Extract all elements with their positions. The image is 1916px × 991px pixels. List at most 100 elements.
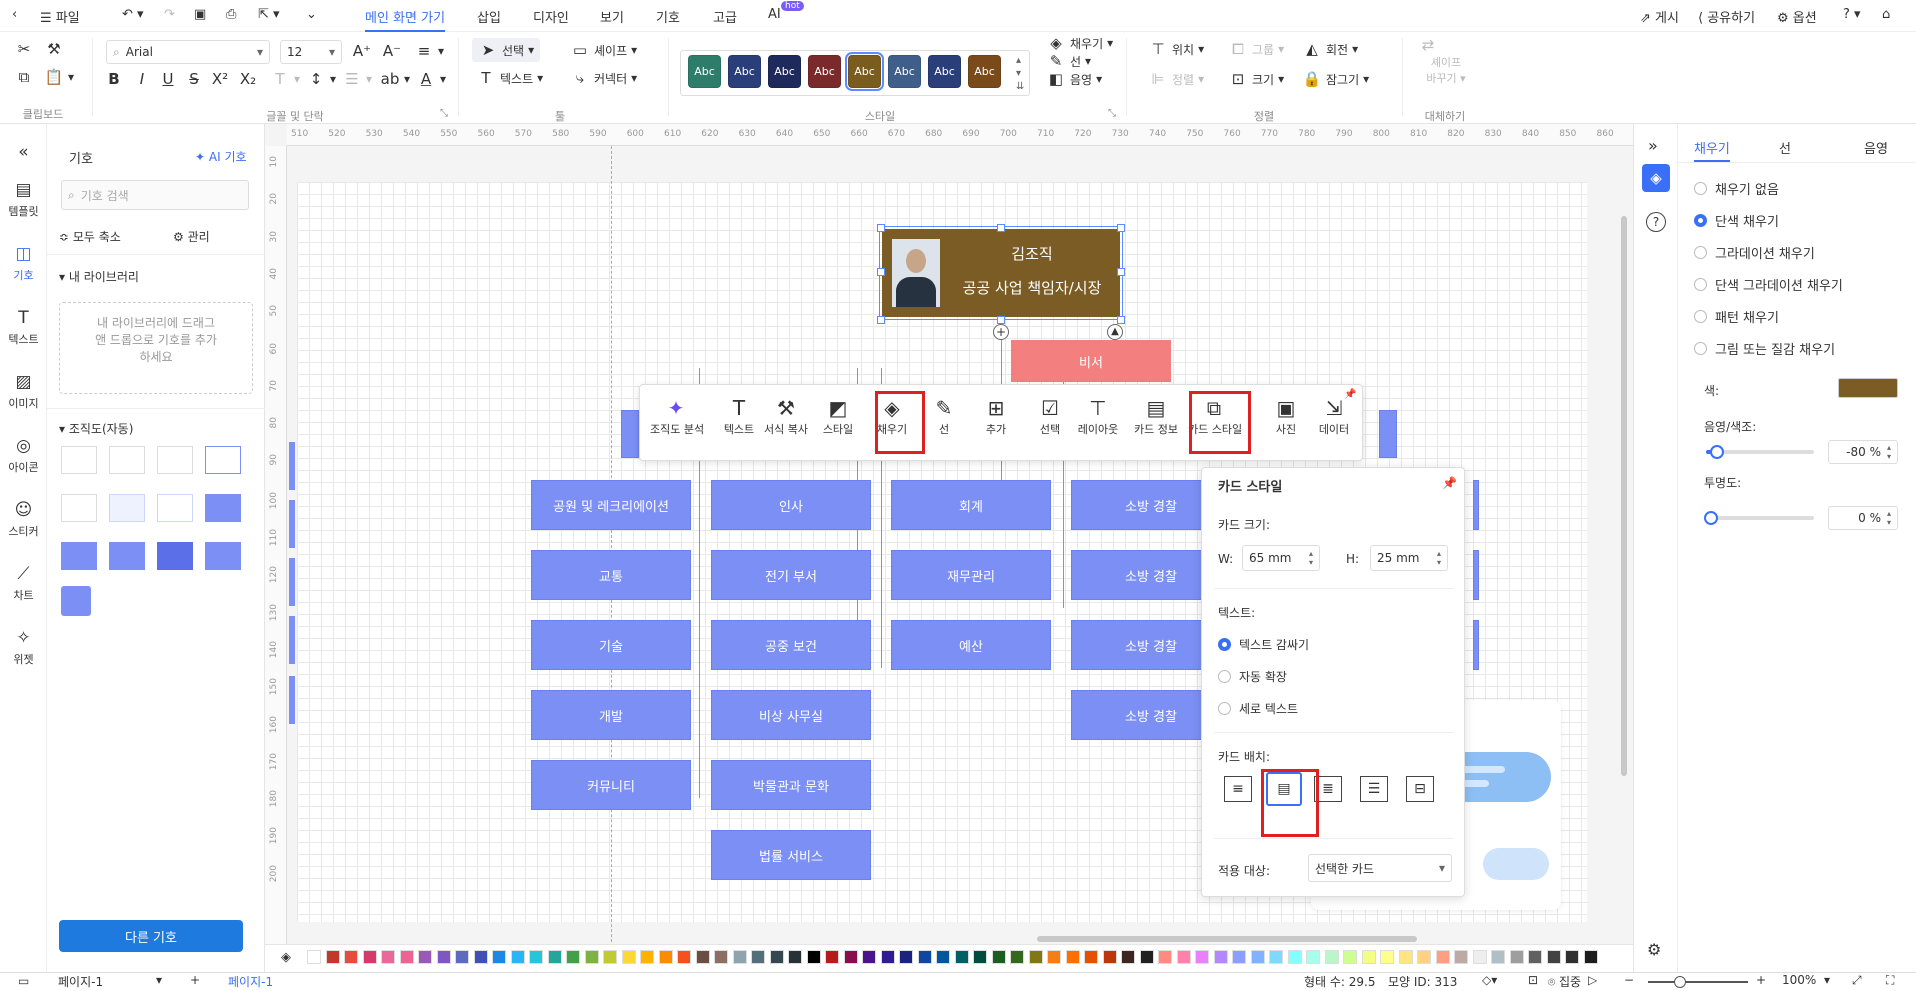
layout-image-left-icon[interactable]: ▤: [1266, 772, 1302, 806]
style-swatch-6[interactable]: Abc: [888, 55, 921, 88]
tab-line[interactable]: 선: [1779, 138, 1791, 157]
secretary-card[interactable]: 비서: [1011, 340, 1171, 382]
org-card[interactable]: 예산: [891, 620, 1051, 670]
org-symbol-13[interactable]: [61, 586, 91, 616]
palette-swatch[interactable]: [714, 950, 728, 964]
ctx-button-fill-bucket[interactable]: ◈ 채우기: [866, 395, 918, 437]
palette-swatch[interactable]: [788, 950, 802, 964]
fill-gradient-radio[interactable]: 그라데이션 채우기: [1694, 243, 1815, 262]
palette-swatch[interactable]: [1546, 950, 1561, 964]
horizontal-scrollbar[interactable]: [1037, 936, 1417, 942]
resize-handle[interactable]: [997, 224, 1005, 232]
palette-swatch[interactable]: [732, 950, 747, 964]
palette-swatch[interactable]: [1454, 950, 1468, 964]
branch-node[interactable]: [621, 410, 639, 458]
undo-icon[interactable]: ↶ ▾: [122, 7, 144, 22]
list-icon[interactable]: ☰ ▾: [342, 70, 372, 88]
fill-pattern-radio[interactable]: 패턴 채우기: [1694, 307, 1779, 326]
zoom-slider[interactable]: [1648, 976, 1748, 988]
org-card[interactable]: 공중 보건: [711, 620, 871, 670]
lock-button[interactable]: 🔒 잠그기 ▾: [1302, 70, 1370, 88]
palette-swatch[interactable]: [1528, 950, 1542, 964]
font-size-select[interactable]: 12 ▾: [280, 40, 342, 64]
palette-swatch[interactable]: [1324, 950, 1339, 964]
org-card-partial[interactable]: [1473, 620, 1479, 670]
palette-swatch[interactable]: [1176, 950, 1191, 964]
palette-swatch[interactable]: [917, 950, 932, 964]
opacity-input[interactable]: 0 % ▴ ▾: [1828, 506, 1898, 530]
palette-swatch[interactable]: [1491, 950, 1505, 964]
palette-swatch[interactable]: [1195, 950, 1209, 964]
ctx-button-line-pen[interactable]: ✎ 선: [918, 395, 970, 437]
resize-handle[interactable]: [877, 268, 885, 276]
resize-handle[interactable]: [877, 224, 885, 232]
offscreen-node[interactable]: [289, 500, 295, 548]
layers-icon[interactable]: ◇▾: [1482, 973, 1497, 987]
cut-icon[interactable]: ✂: [14, 40, 34, 58]
org-card[interactable]: 비상 사무실: [711, 690, 871, 740]
auto-expand-radio[interactable]: 자동 확장: [1218, 668, 1287, 685]
page-select[interactable]: 페이지-1 ▾: [58, 973, 162, 990]
palette-swatch[interactable]: [973, 950, 987, 964]
org-symbol-8[interactable]: [205, 494, 241, 522]
fill-bucket-icon[interactable]: ◈: [281, 950, 291, 965]
settings-gear-icon[interactable]: ⚙: [1647, 940, 1661, 959]
ctx-button-card-info[interactable]: ▤ 카드 정보: [1130, 395, 1182, 437]
palette-swatch[interactable]: [381, 950, 395, 964]
subscript-icon[interactable]: X₂: [238, 70, 258, 88]
palette-swatch[interactable]: [492, 950, 506, 964]
vertical-scrollbar[interactable]: [1621, 216, 1627, 776]
back-icon[interactable]: ‹: [12, 7, 17, 22]
publish-button[interactable]: ⇗ 게시: [1640, 7, 1679, 26]
stepper-icon[interactable]: ▴ ▾: [1309, 549, 1313, 567]
palette-swatch[interactable]: [621, 950, 636, 964]
offscreen-node[interactable]: [289, 676, 295, 724]
palette-swatch[interactable]: [362, 950, 377, 964]
offscreen-node[interactable]: [289, 442, 295, 490]
underline-icon[interactable]: U: [158, 70, 178, 88]
palette-swatch[interactable]: [658, 950, 673, 964]
palette-swatch[interactable]: [1380, 950, 1394, 964]
org-symbol-12[interactable]: [205, 542, 241, 570]
palette-swatch[interactable]: [603, 950, 617, 964]
palette-swatch[interactable]: [510, 950, 525, 964]
org-symbol-5[interactable]: [61, 494, 97, 522]
rail-item-image[interactable]: ▨ 이미지: [0, 372, 47, 411]
tab-advanced[interactable]: 고급: [713, 7, 737, 26]
palette-swatch[interactable]: [325, 950, 340, 964]
font-shrink-icon[interactable]: A⁻: [382, 42, 402, 60]
layout-image-right-icon[interactable]: ≣: [1314, 776, 1342, 802]
stepper-icon[interactable]: ▴ ▾: [1887, 443, 1891, 461]
org-card[interactable]: 전기 부서: [711, 550, 871, 600]
fill-none-radio[interactable]: 채우기 없음: [1694, 179, 1779, 198]
palette-swatch[interactable]: [1565, 950, 1579, 964]
resize-handle[interactable]: [997, 316, 1005, 324]
strikethrough-icon[interactable]: S: [184, 70, 204, 88]
palette-swatch[interactable]: [695, 950, 710, 964]
rail-item-widget[interactable]: ✧ 위젯: [0, 628, 47, 667]
page-tab[interactable]: 페이지-1: [228, 973, 273, 990]
manage-button[interactable]: ⚙ 관리: [173, 228, 210, 245]
rail-item-sticker[interactable]: ☺ 스티커: [0, 500, 47, 539]
focus-button[interactable]: ⌾ 집중: [1548, 973, 1581, 990]
pin-icon[interactable]: 📌: [1344, 389, 1356, 400]
paste-icon[interactable]: 📋 ▾: [44, 68, 74, 86]
org-symbol-9[interactable]: [61, 542, 97, 570]
palette-swatch[interactable]: [1065, 950, 1080, 964]
tab-home[interactable]: 메인 화면 가기: [365, 7, 446, 32]
shadow-button[interactable]: ◧ 음영 ▾: [1046, 70, 1102, 88]
fill-button[interactable]: ◈ 채우기 ▾: [1046, 34, 1113, 52]
italic-icon[interactable]: I: [132, 70, 152, 88]
collapse-all-button[interactable]: ≎ 모두 축소: [59, 228, 121, 245]
palette-swatch[interactable]: [1287, 950, 1302, 964]
file-menu[interactable]: ☰ 파일: [40, 7, 80, 26]
library-drop-zone[interactable]: 내 라이브러리에 드래그 앤 드롭으로 기호를 추가하세요: [59, 302, 253, 394]
layout-image-top-icon[interactable]: ☰: [1360, 776, 1388, 802]
branch-node[interactable]: [1379, 410, 1397, 458]
palette-swatch[interactable]: [1417, 950, 1431, 964]
palette-swatch[interactable]: [843, 950, 858, 964]
palette-swatch[interactable]: [344, 950, 358, 964]
palette-swatch[interactable]: [1010, 950, 1024, 964]
format-painter-icon[interactable]: ⚒: [44, 40, 64, 58]
shape-tool-button[interactable]: ▭ 셰이프 ▾: [570, 41, 637, 59]
